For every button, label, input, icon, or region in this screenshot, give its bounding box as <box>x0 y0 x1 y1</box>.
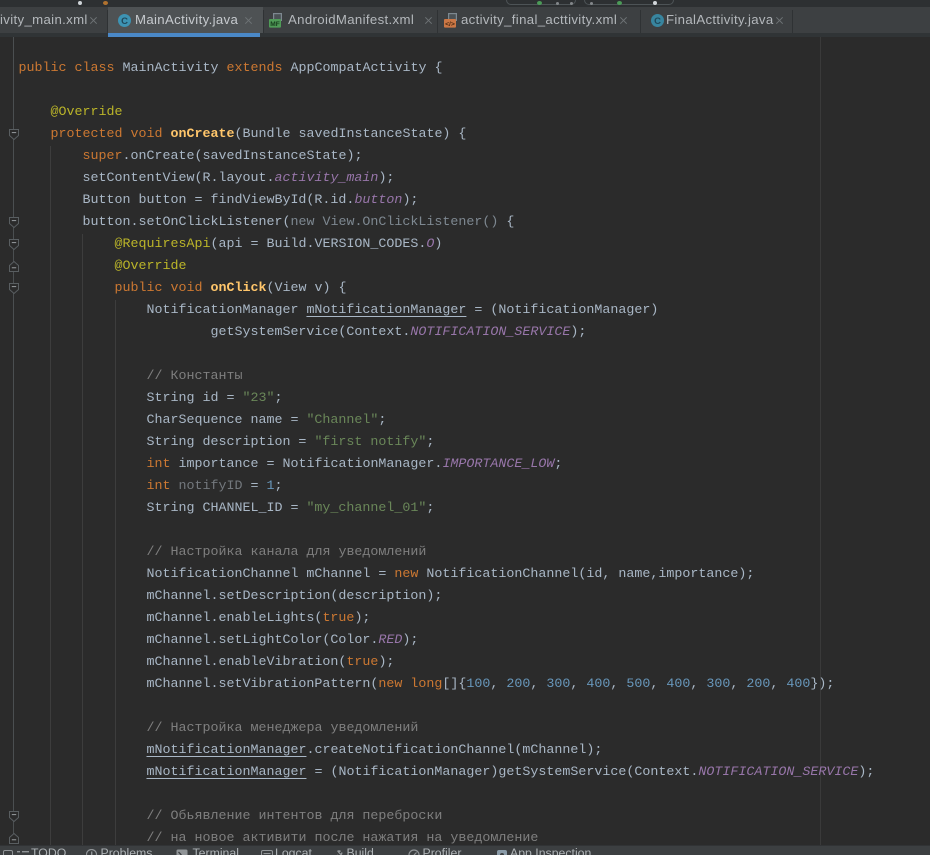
svg-text:MF: MF <box>270 21 280 28</box>
svg-text:</>: </> <box>445 21 455 28</box>
svg-text:C: C <box>654 16 661 27</box>
svg-text:C: C <box>121 16 128 27</box>
